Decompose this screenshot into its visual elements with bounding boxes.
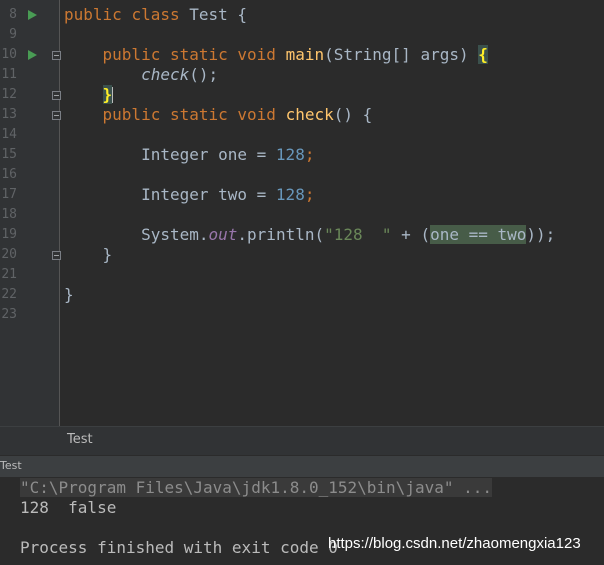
code-line-19: System.out.println("128 " + (one == two)… xyxy=(64,225,555,245)
matched-brace: { xyxy=(478,45,488,64)
code-line-12: } xyxy=(64,85,114,105)
semicolon: ; xyxy=(304,145,315,164)
string-literal: "128 " xyxy=(324,225,392,244)
code-line-22: } xyxy=(64,285,74,305)
keyword: public xyxy=(64,5,122,24)
method-call: check xyxy=(141,65,190,84)
breadcrumb: Test xyxy=(0,426,604,455)
fold-marker-icon[interactable] xyxy=(52,51,61,60)
fold-marker-icon[interactable] xyxy=(52,111,61,120)
class-ref: System. xyxy=(141,225,209,244)
fold-marker-icon[interactable] xyxy=(52,91,61,100)
keyword: public xyxy=(102,105,161,124)
line-number: 18 xyxy=(1,207,17,222)
line-number: 11 xyxy=(1,67,17,82)
keyword: void xyxy=(237,105,276,124)
line-number: 12 xyxy=(1,87,17,102)
operator: + ( xyxy=(391,225,431,244)
method-name: main xyxy=(285,45,325,64)
line-number: 17 xyxy=(1,187,17,202)
code-line-17: Integer two = 128; xyxy=(64,185,314,205)
line-number: 10 xyxy=(1,47,17,62)
console-output: 128 false xyxy=(20,498,117,517)
declaration: Integer one = xyxy=(141,145,276,164)
line-number: 9 xyxy=(9,27,17,42)
line-number: 22 xyxy=(1,287,17,302)
console-command-line: "C:\Program Files\Java\jdk1.8.0_152\bin\… xyxy=(20,478,493,498)
line-number: 8 xyxy=(9,7,17,22)
code-line-8: public class Test { xyxy=(64,5,247,25)
console-command[interactable]: "C:\Program Files\Java\jdk1.8.0_152\bin\… xyxy=(20,478,493,497)
line-number: 21 xyxy=(1,267,17,282)
gutter-separator xyxy=(59,0,60,426)
line-number: 20 xyxy=(1,247,17,262)
keyword: void xyxy=(237,45,276,64)
declaration: Integer two = xyxy=(141,185,276,204)
code-line-13: public static void check() { xyxy=(64,105,373,125)
breadcrumb-item[interactable]: Test xyxy=(67,432,93,447)
semicolon: ; xyxy=(304,185,315,204)
code-line-10: public static void main(String[] args) { xyxy=(64,45,488,65)
console-exit-message: Process finished with exit code 0 xyxy=(20,538,338,557)
line-number: 19 xyxy=(1,227,17,242)
closing-brace: } xyxy=(102,245,113,264)
code-line-11: check(); xyxy=(64,65,218,85)
run-tab[interactable]: Test xyxy=(0,459,22,472)
keyword: static xyxy=(169,105,228,124)
line-number: 15 xyxy=(1,147,17,162)
line-number: 16 xyxy=(1,167,17,182)
closing-brace: } xyxy=(64,285,74,304)
method-ref: .println( xyxy=(237,225,325,244)
line-number: 23 xyxy=(1,307,17,322)
number-literal: 128 xyxy=(275,145,305,164)
method-name: check xyxy=(285,105,334,124)
number-literal: 128 xyxy=(275,185,305,204)
keyword: static xyxy=(169,45,228,64)
keyword: public xyxy=(102,45,161,64)
line-number: 14 xyxy=(1,127,17,142)
text-caret xyxy=(112,87,114,103)
closing-parens: )); xyxy=(526,225,556,244)
signature-rest: () { xyxy=(333,105,373,124)
watermark-text: https://blog.csdn.net/zhaomengxia123 xyxy=(328,535,581,552)
class-name: Test { xyxy=(179,5,248,24)
static-field: out xyxy=(208,225,238,244)
code-line-20: } xyxy=(64,245,113,265)
line-number: 13 xyxy=(1,107,17,122)
code-line-15: Integer one = 128; xyxy=(64,145,314,165)
code-editor[interactable]: 8 9 10 11 12 13 14 15 16 17 18 19 20 21 … xyxy=(0,0,604,426)
run-class-icon[interactable] xyxy=(28,10,37,20)
fold-marker-icon[interactable] xyxy=(52,251,61,260)
highlighted-expression: one == two xyxy=(430,225,527,244)
run-panel-header: Test xyxy=(0,455,604,477)
run-main-icon[interactable] xyxy=(28,50,37,60)
params: (String[] args) xyxy=(324,45,479,64)
keyword: class xyxy=(131,5,180,24)
call-rest: (); xyxy=(189,65,219,84)
matched-brace: } xyxy=(102,85,113,104)
